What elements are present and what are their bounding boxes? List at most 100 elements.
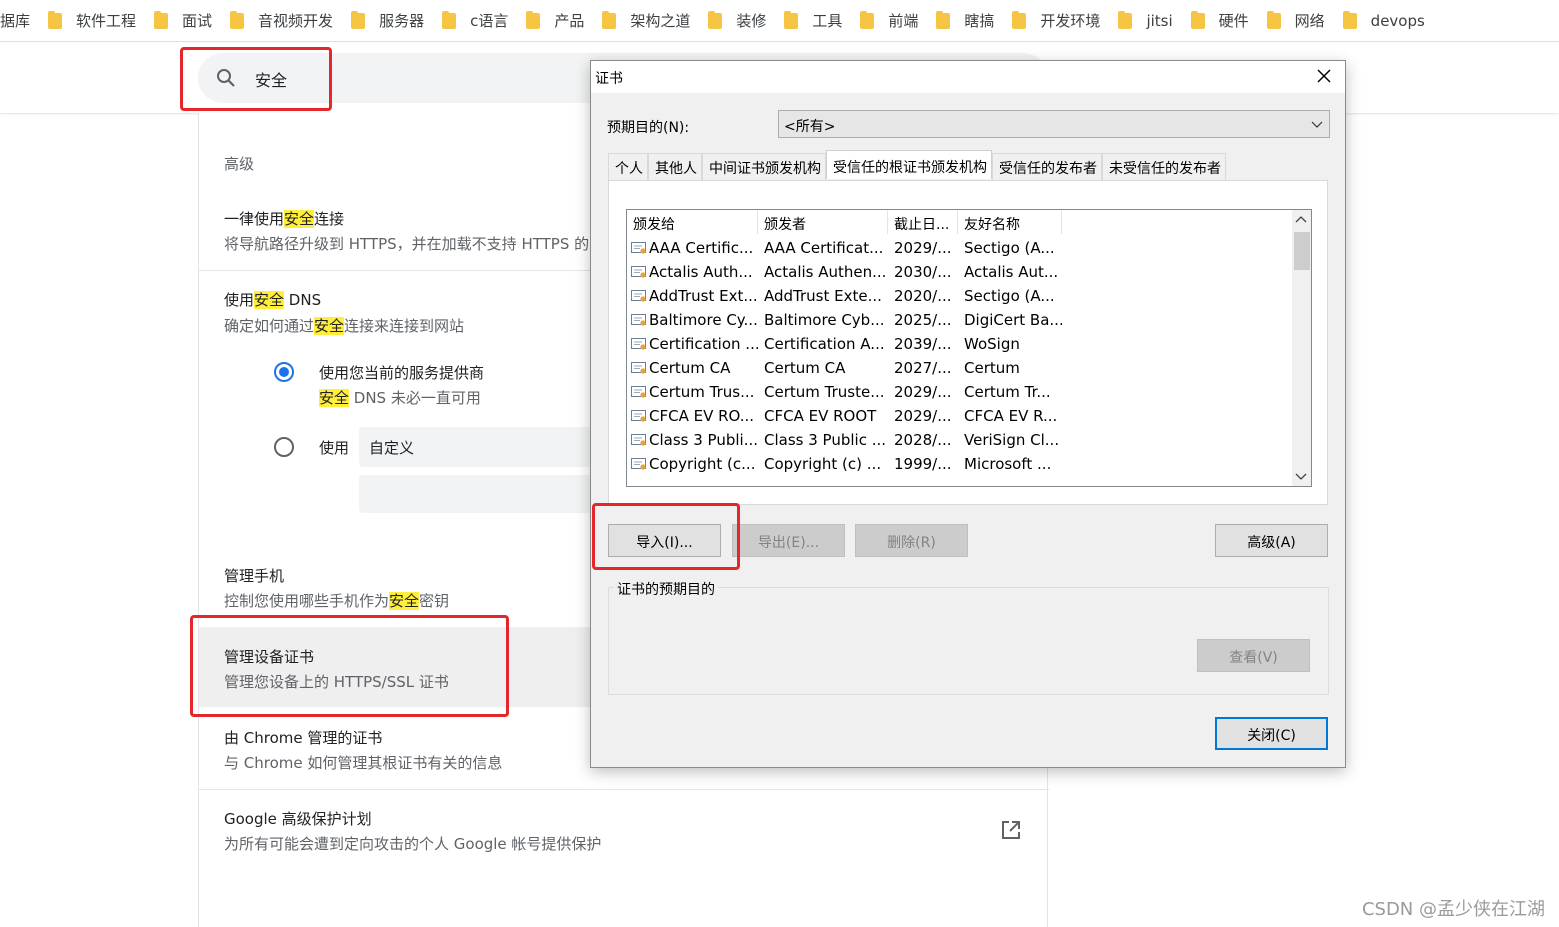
folder-icon [1266,10,1281,29]
manage-certificates-row[interactable] [199,627,599,707]
advanced-button[interactable]: 高级(A) [1215,524,1328,557]
remove-button[interactable]: 删除(R) [855,524,968,557]
certificate-icon [631,241,647,255]
certificate-icon [631,457,647,471]
import-button[interactable]: 导入(I)... [608,524,721,557]
advanced-protection-description: 为所有可能会遭到定向攻击的个人 Google 帐号提供保护 [224,835,602,853]
secure-dns-description: 确定如何通过安全连接来连接到网站 [224,317,465,335]
table-row[interactable]: AAA Certific... AAA Certificat... 2029/...… [627,236,1062,260]
folder-icon [860,10,875,29]
manage-certificates-description: 管理您设备上的 HTTPS/SSL 证书 [224,673,449,691]
table-row[interactable]: Certification ... Certification A... 2039/… [627,332,1062,356]
table-cell: Certum Truste... [764,383,885,401]
tab-untrusted-publishers[interactable]: 未受信任的发布者 [1102,153,1226,180]
certificate-icon [631,433,647,447]
table-row[interactable]: Baltimore Cy... Baltimore Cyb... 2025/... D… [627,308,1062,332]
export-button[interactable]: 导出(E)... [732,524,845,557]
https-only-title[interactable]: 一律使用安全连接 [224,208,344,229]
scroll-down-icon[interactable] [1295,471,1307,481]
certificate-tabs: 个人 其他人 中间证书颁发机构 受信任的根证书颁发机构 受信任的发布者 未受信任… [608,150,1226,180]
close-icon[interactable] [1315,67,1333,85]
column-header-expiration[interactable]: 截止日... [888,210,958,234]
table-row[interactable]: CFCA EV RO... CFCA EV ROOT 2029/... CFCA EV… [627,404,1062,428]
scrollbar-thumb[interactable] [1294,232,1310,270]
chrome-certificates-title[interactable]: 由 Chrome 管理的证书 [224,727,382,748]
chrome-certificates-description: 与 Chrome 如何管理其根证书有关的信息 [224,754,503,772]
bookmark-folder[interactable]: c语言 [428,0,512,41]
dns-current-provider-radio[interactable] [274,362,294,382]
table-cell: 2029/... [894,383,952,401]
table-cell: 1999/... [894,455,952,473]
tab-panel: 颁发给 颁发者 截止日... 友好名称 AAA Certific... AAA C… [608,180,1328,505]
manage-phones-description: 控制您使用哪些手机作为安全密钥 [224,592,450,610]
folder-icon [1118,10,1133,29]
bookmark-folder[interactable]: 瞎搞 [922,0,998,41]
certificate-icon [631,313,647,327]
table-cell: 2029/... [894,239,952,257]
bookmark-folder[interactable]: 工具 [770,0,846,41]
column-header-issued-by[interactable]: 颁发者 [758,210,888,234]
table-cell: Certum CA [764,359,846,377]
bookmark-folder[interactable]: 装修 [694,0,770,41]
table-cell: AAA Certificat... [764,239,884,257]
table-cell: AddTrust Ext... [627,287,758,305]
certificates-dialog: 证书 预期目的(N): <所有> 个人 其他人 中间证书颁发机构 受信任的根证书… [590,60,1346,768]
table-cell: Actalis Aut... [964,263,1059,281]
table-row[interactable]: Class 3 Publi... Class 3 Public ... 2028/.… [627,428,1062,452]
column-header-friendly-name[interactable]: 友好名称 [958,210,1062,234]
bookmark-item[interactable]: 据库 [0,0,34,41]
column-header-issued-to[interactable]: 颁发给 [627,210,758,234]
tab-trusted-root-ca[interactable]: 受信任的根证书颁发机构 [826,150,992,179]
dns-current-provider-label: 使用您当前的服务提供商 [319,364,485,382]
tab-personal[interactable]: 个人 [608,153,648,180]
bookmark-folder[interactable]: 服务器 [337,0,428,41]
table-row[interactable]: AddTrust Ext... AddTrust Exte... 2020/... S… [627,284,1062,308]
bookmark-folder[interactable]: 面试 [140,0,216,41]
table-cell: Sectigo (A... [964,239,1055,257]
table-cell: 2020/... [894,287,952,305]
table-row[interactable]: Copyright (c... Copyright (c) ... 1999/...… [627,452,1062,476]
bookmark-folder[interactable]: 架构之道 [588,0,694,41]
table-row[interactable]: Actalis Auth... Actalis Authen... 2030/...… [627,260,1062,284]
advanced-protection-title[interactable]: Google 高级保护计划 [224,808,372,829]
dns-custom-radio[interactable] [274,437,294,457]
bookmark-folder[interactable]: 网络 [1253,0,1329,41]
scroll-up-icon[interactable] [1295,215,1307,225]
folder-icon [708,10,723,29]
dns-provider-select[interactable]: 自定义 [359,427,599,467]
bookmark-folder[interactable]: jitsi [1104,0,1176,41]
folder-icon [1342,10,1357,29]
tab-intermediate-ca[interactable]: 中间证书颁发机构 [702,153,826,180]
bookmark-folder[interactable]: 产品 [512,0,588,41]
bookmarks-bar: 据库 软件工程 面试 音视频开发 服务器 c语言 产品 架构之道 装修 工具 前… [0,0,1559,42]
folder-icon [526,10,541,29]
list-scrollbar[interactable] [1292,210,1311,486]
table-cell: 2029/... [894,407,952,425]
bookmark-folder[interactable]: 前端 [846,0,922,41]
certificate-icon [631,337,647,351]
tab-trusted-publishers[interactable]: 受信任的发布者 [992,153,1102,180]
table-cell: Baltimore Cy... [627,311,758,329]
bookmark-folder[interactable]: 硬件 [1177,0,1253,41]
close-button[interactable]: 关闭(C) [1215,717,1328,750]
bookmark-folder[interactable]: devops [1329,0,1429,41]
purpose-select[interactable]: <所有> [778,110,1330,138]
external-link-icon[interactable] [1001,820,1021,840]
table-row[interactable]: Certum Trus... Certum Truste... 2029/... Ce… [627,380,1062,404]
table-cell: 2028/... [894,431,952,449]
bookmark-folder[interactable]: 音视频开发 [216,0,337,41]
folder-icon [602,10,617,29]
certificate-list[interactable]: 颁发给 颁发者 截止日... 友好名称 AAA Certific... AAA C… [626,209,1312,487]
manage-phones-title[interactable]: 管理手机 [224,565,284,586]
table-cell: Class 3 Publi... [627,431,758,449]
watermark: CSDN @孟少侠在江湖 [1361,899,1545,920]
dns-custom-input[interactable] [359,475,599,513]
manage-certificates-title[interactable]: 管理设备证书 [224,646,314,667]
table-cell: Certum Tr... [964,383,1051,401]
bookmark-folder[interactable]: 软件工程 [34,0,140,41]
bookmark-folder[interactable]: 开发环境 [998,0,1104,41]
secure-dns-title[interactable]: 使用安全 DNS [224,289,321,310]
tab-other-people[interactable]: 其他人 [648,153,702,180]
table-row[interactable]: Certum CA Certum CA 2027/... Certum [627,356,1062,380]
view-button[interactable]: 查看(V) [1197,639,1310,672]
